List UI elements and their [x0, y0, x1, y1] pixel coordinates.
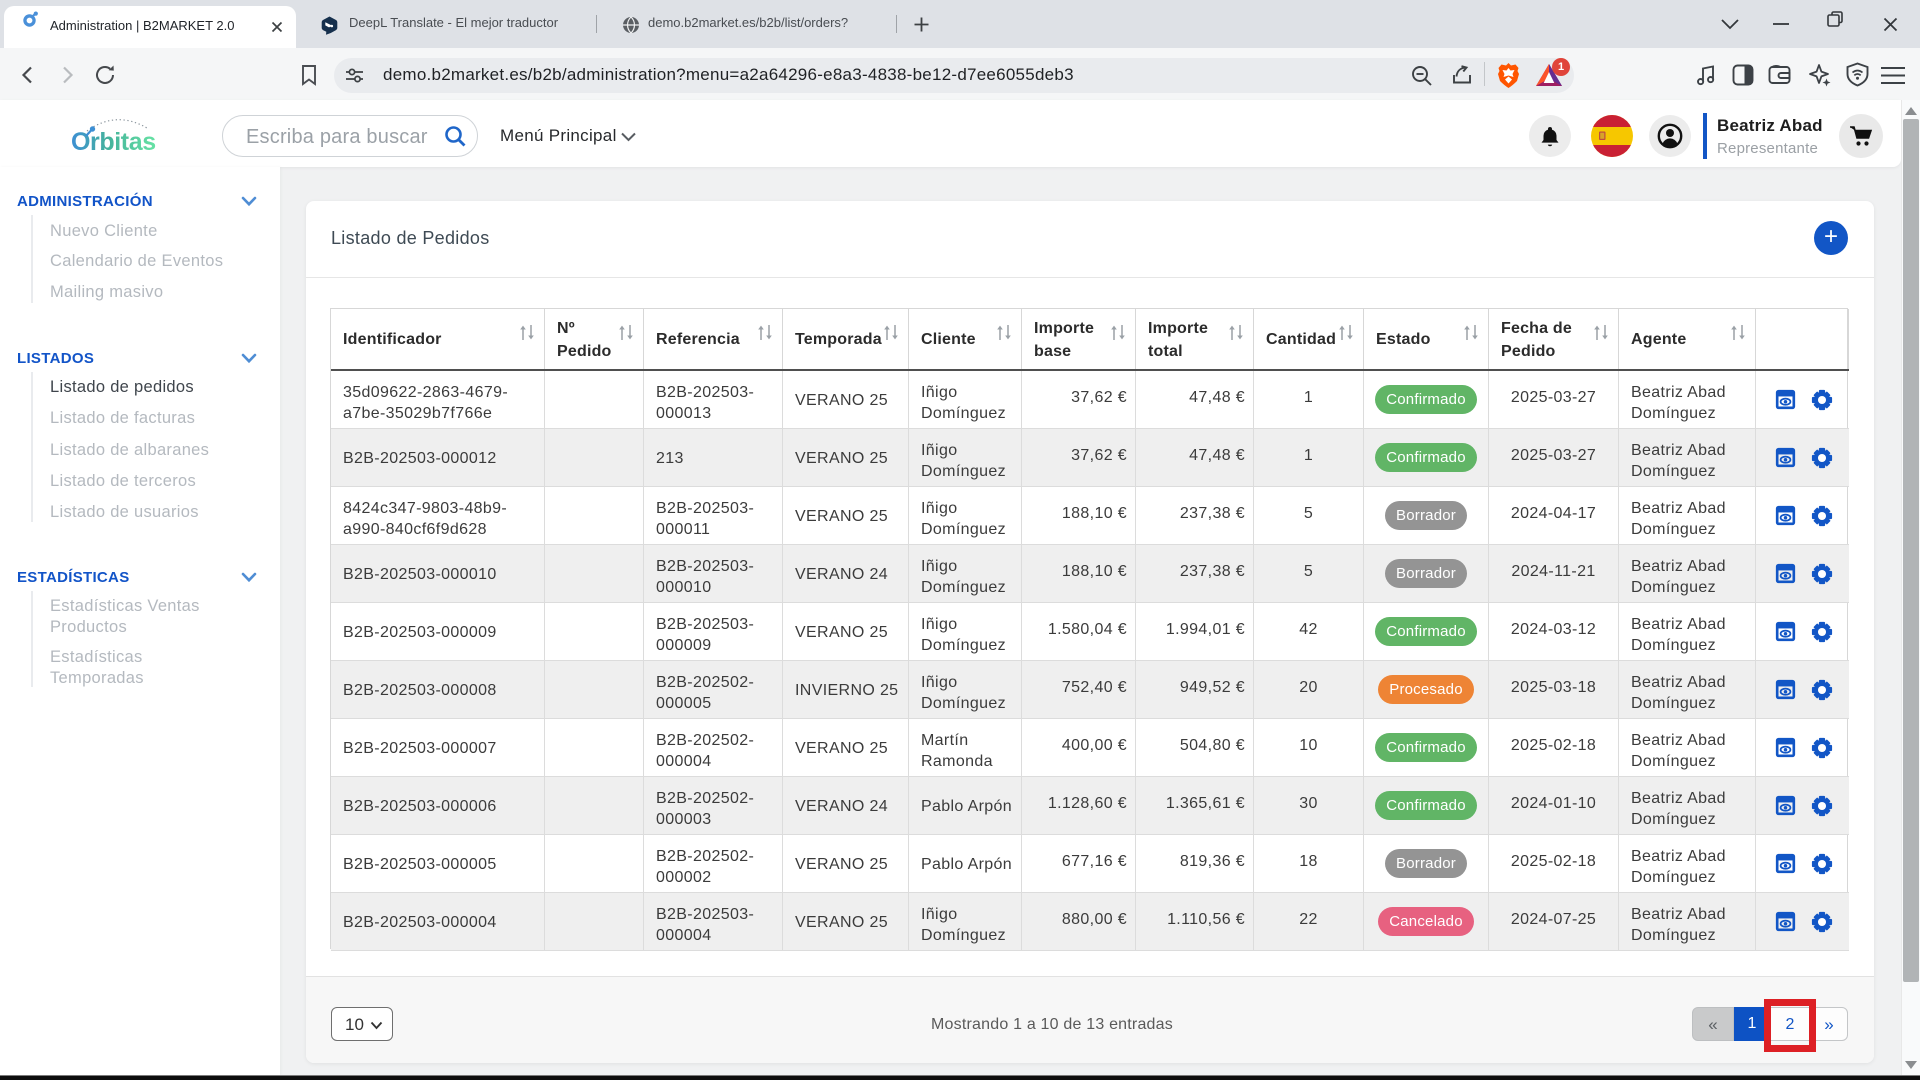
svg-text:Orbitas: Orbitas [71, 128, 156, 156]
